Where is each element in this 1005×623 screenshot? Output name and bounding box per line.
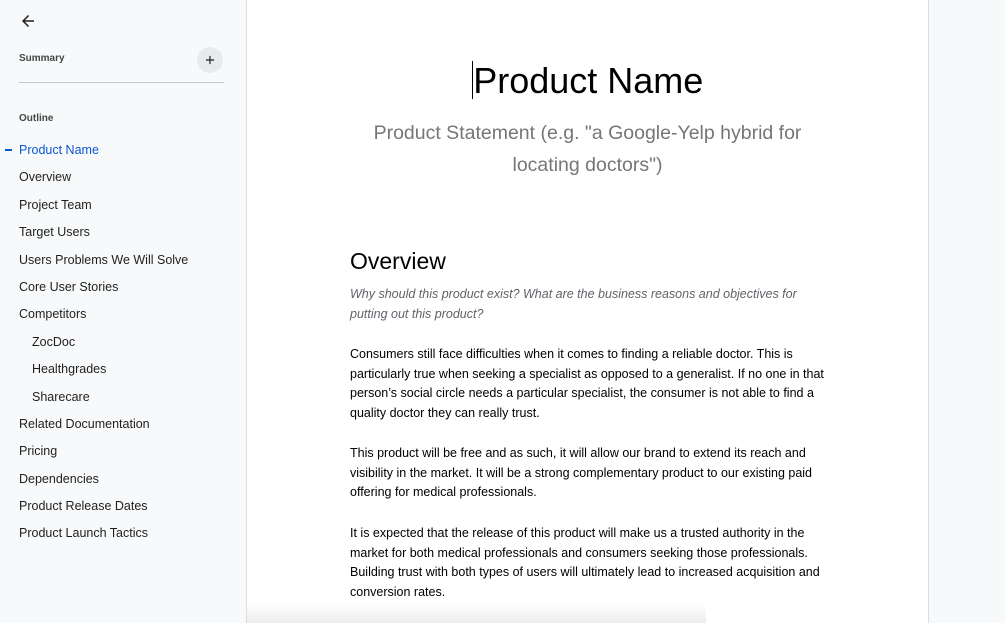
outline-sidebar: Summary Outline Product Name Overview Proj… — [0, 0, 247, 623]
arrow-left-icon — [22, 15, 34, 27]
document-title-text: Product Name — [473, 60, 704, 101]
outline-item[interactable]: Product Release Dates — [0, 495, 246, 522]
paragraph[interactable]: Consumers still face difficulties when i… — [350, 345, 828, 423]
outline-item-label: Related Documentation — [19, 416, 150, 431]
outline-item-label: Dependencies — [19, 471, 99, 486]
plus-icon — [205, 55, 215, 65]
paragraph[interactable]: This product will be free and as such, i… — [350, 444, 828, 503]
summary-section: Summary — [19, 46, 224, 83]
outline-label: Outline — [19, 113, 54, 124]
outline-item[interactable]: Users Problems We Will Solve — [0, 249, 246, 276]
outline-item[interactable]: ZocDoc — [0, 331, 246, 358]
outline-item[interactable]: Pricing — [0, 440, 246, 467]
add-summary-button[interactable] — [197, 47, 223, 73]
outline-item[interactable]: Project Team — [0, 194, 246, 221]
right-margin-area — [929, 0, 1005, 623]
active-indicator — [5, 149, 12, 151]
paragraph[interactable]: It is expected that the release of this … — [350, 524, 828, 602]
outline-item-label: Project Team — [19, 197, 92, 212]
outline-list: Product Name Overview Project Team Target U… — [0, 139, 246, 550]
outline-item[interactable]: Healthgrades — [0, 358, 246, 385]
outline-item[interactable]: Competitors — [0, 303, 246, 330]
outline-item-label: Pricing — [19, 444, 58, 459]
outline-item[interactable]: Product Name — [0, 139, 246, 166]
outline-item[interactable]: Overview — [0, 166, 246, 193]
outline-item[interactable]: Related Documentation — [0, 413, 246, 440]
overview-prompt[interactable]: Why should this product exist? What are … — [350, 285, 820, 324]
outline-item-label: Product Launch Tactics — [19, 526, 149, 541]
outline-item-label: Product Release Dates — [19, 499, 148, 514]
outline-item-label: Competitors — [19, 307, 87, 322]
outline-item-label: Healthgrades — [32, 362, 107, 377]
outline-item-label: Core User Stories — [19, 279, 119, 294]
outline-item-label: Overview — [19, 170, 72, 185]
document-title[interactable]: Product Name — [247, 59, 928, 103]
outline-item[interactable]: Core User Stories — [0, 276, 246, 303]
back-button[interactable] — [16, 9, 40, 33]
outline-item[interactable]: Target Users — [0, 221, 246, 248]
outline-item-label: Target Users — [19, 225, 90, 240]
outline-item-label: Users Problems We Will Solve — [19, 252, 189, 267]
document-page[interactable]: Product Name Product Statement (e.g. "a … — [247, 0, 929, 623]
document-subtitle[interactable]: Product Statement (e.g. "a Google-Yelp h… — [347, 117, 828, 181]
summary-label: Summary — [19, 53, 65, 64]
outline-item-label: ZocDoc — [32, 334, 76, 349]
outline-item-label: Sharecare — [32, 389, 90, 404]
outline-item[interactable]: Sharecare — [0, 386, 246, 413]
outline-item[interactable]: Product Launch Tactics — [0, 522, 246, 549]
outline-item-label: Product Name — [19, 143, 99, 157]
outline-item[interactable]: Dependencies — [0, 468, 246, 495]
overview-heading[interactable]: Overview — [350, 246, 446, 276]
